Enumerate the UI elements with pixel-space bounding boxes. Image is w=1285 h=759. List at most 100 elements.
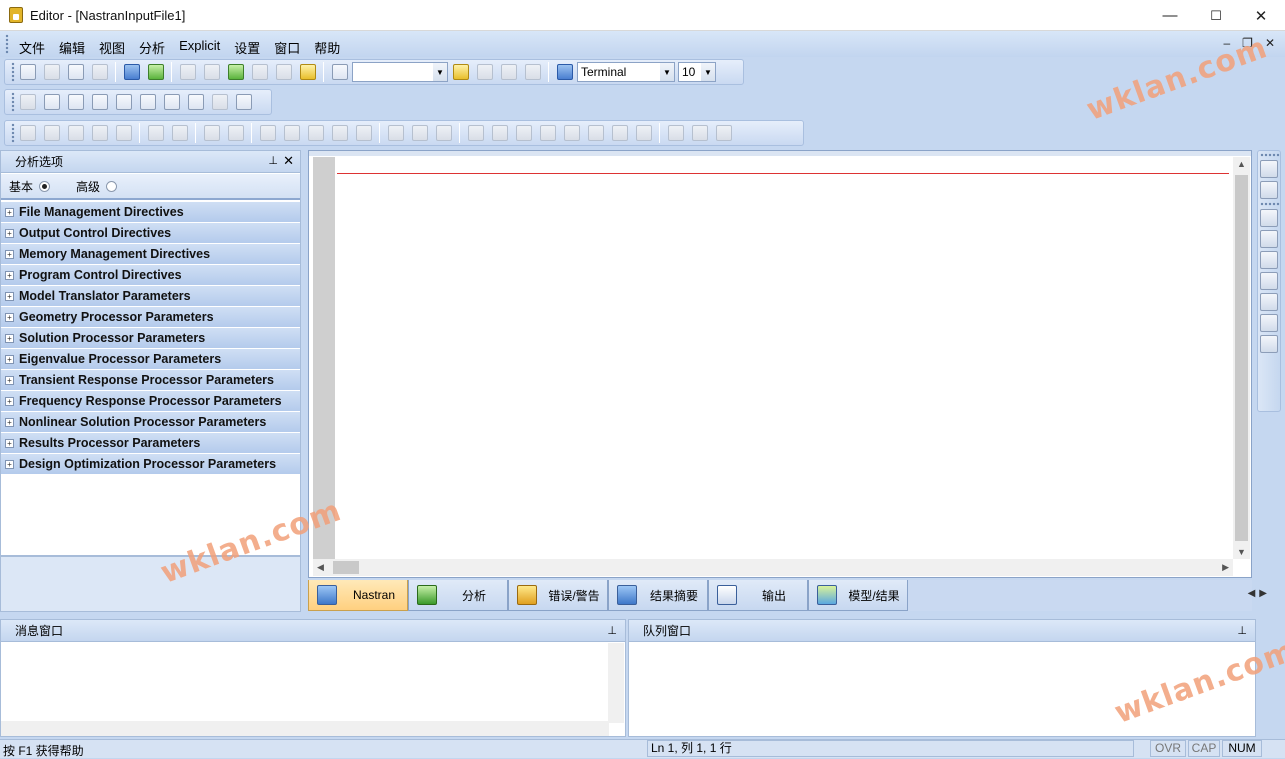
zoom-fit-icon[interactable] bbox=[64, 122, 87, 144]
menu-edit[interactable]: 编辑 bbox=[52, 36, 92, 59]
bottom-view-icon[interactable] bbox=[1260, 230, 1278, 248]
expand-icon[interactable]: + bbox=[5, 291, 14, 301]
select-pointer-icon[interactable] bbox=[16, 122, 39, 144]
tree-item[interactable]: + Transient Response Processor Parameters bbox=[1, 370, 300, 391]
expand-icon[interactable]: + bbox=[5, 249, 14, 259]
tree-item[interactable]: + Design Optimization Processor Parameter… bbox=[1, 454, 300, 475]
menu-settings[interactable]: 设置 bbox=[227, 36, 267, 59]
expand-icon[interactable]: + bbox=[5, 228, 14, 238]
ruler-icon[interactable] bbox=[432, 122, 455, 144]
top-view-icon[interactable] bbox=[1260, 209, 1278, 227]
close-button[interactable]: ✕ bbox=[1238, 0, 1284, 31]
redo-icon[interactable] bbox=[272, 61, 295, 83]
constraint-icon[interactable] bbox=[352, 122, 375, 144]
scroll-left-icon[interactable]: ◀ bbox=[317, 562, 324, 573]
tree-item[interactable]: + Geometry Processor Parameters bbox=[1, 307, 300, 328]
epsilon-icon[interactable] bbox=[64, 91, 87, 113]
rotate-icon[interactable] bbox=[88, 122, 111, 144]
right-view-icon[interactable] bbox=[1260, 272, 1278, 290]
find-combo[interactable]: ▼ bbox=[352, 62, 448, 82]
copy-doc-icon[interactable] bbox=[88, 61, 111, 83]
pin-icon[interactable]: ⊥ bbox=[268, 154, 278, 167]
chevron-down-icon[interactable]: ▼ bbox=[433, 63, 447, 81]
arrow-right-icon[interactable] bbox=[536, 122, 559, 144]
vertical-scrollbar[interactable]: ▲ ▼ bbox=[1233, 157, 1250, 559]
expand-icon[interactable]: + bbox=[5, 270, 14, 280]
tag-icon[interactable] bbox=[64, 61, 87, 83]
tree-item[interactable]: + Eigenvalue Processor Parameters bbox=[1, 349, 300, 370]
pin-icon[interactable]: ⊥ bbox=[607, 624, 617, 637]
font-size-combo[interactable]: 10 ▼ bbox=[678, 62, 716, 82]
settings-icon[interactable] bbox=[232, 91, 255, 113]
find-in-doc-icon[interactable] bbox=[328, 61, 351, 83]
menu-analysis[interactable]: 分析 bbox=[132, 36, 172, 59]
tree-item[interactable]: + Model Translator Parameters bbox=[1, 286, 300, 307]
message-vertical-scrollbar[interactable] bbox=[608, 643, 624, 723]
tab-results-summary[interactable]: 结果摘要 bbox=[608, 580, 708, 611]
arrow-left-icon[interactable] bbox=[512, 122, 535, 144]
back-view-icon[interactable] bbox=[1260, 293, 1278, 311]
chevron-down-icon[interactable]: ▼ bbox=[701, 63, 715, 81]
layer-up-icon[interactable] bbox=[560, 122, 583, 144]
expand-icon[interactable]: + bbox=[5, 207, 14, 217]
prev-bookmark-icon[interactable] bbox=[497, 61, 520, 83]
tree-item[interactable]: + Nonlinear Solution Processor Parameters bbox=[1, 412, 300, 433]
next-bookmark-icon[interactable] bbox=[473, 61, 496, 83]
tab-nastran[interactable]: Nastran bbox=[308, 580, 408, 611]
pin-icon[interactable]: ⊥ bbox=[1237, 624, 1247, 637]
expand-icon[interactable]: + bbox=[5, 333, 14, 343]
tree-item[interactable]: + Memory Management Directives bbox=[1, 244, 300, 265]
scroll-down-icon[interactable]: ▼ bbox=[1237, 547, 1246, 557]
maximize-button[interactable]: ☐ bbox=[1193, 0, 1239, 31]
mesh-solid-icon[interactable] bbox=[280, 122, 303, 144]
mass-icon[interactable] bbox=[160, 91, 183, 113]
tree-item[interactable]: + Results Processor Parameters bbox=[1, 433, 300, 454]
mode-advanced-radio[interactable] bbox=[106, 180, 118, 192]
mesh-icon[interactable] bbox=[256, 122, 279, 144]
menu-help[interactable]: 帮助 bbox=[307, 36, 347, 59]
tab-model-results[interactable]: 模型/结果 bbox=[808, 580, 908, 611]
pan-icon[interactable] bbox=[112, 122, 135, 144]
horizontal-scrollbar[interactable]: ◀ ▶ bbox=[313, 559, 1233, 576]
tree-item[interactable]: + Program Control Directives bbox=[1, 265, 300, 286]
paste-icon[interactable] bbox=[224, 61, 247, 83]
solid-icon[interactable] bbox=[200, 122, 223, 144]
panel-close-button[interactable]: ✕ bbox=[283, 153, 294, 169]
axis-icon[interactable] bbox=[384, 122, 407, 144]
font-name-combo[interactable]: Terminal ▼ bbox=[577, 62, 675, 82]
frame-view-icon[interactable] bbox=[168, 122, 191, 144]
expand-icon[interactable]: + bbox=[5, 375, 14, 385]
image-icon[interactable] bbox=[664, 122, 687, 144]
mode-basic-radio[interactable] bbox=[39, 180, 51, 192]
menu-explicit[interactable]: Explicit bbox=[172, 36, 227, 59]
text-editor[interactable]: ▲ ▼ ◀ ▶ bbox=[308, 150, 1252, 578]
iso-view-icon[interactable] bbox=[1260, 160, 1278, 178]
front-view-icon[interactable] bbox=[1260, 181, 1278, 199]
plot-icon[interactable] bbox=[40, 91, 63, 113]
clear-bookmarks-icon[interactable] bbox=[521, 61, 544, 83]
expand-icon[interactable]: + bbox=[5, 438, 14, 448]
menu-window[interactable]: 窗口 bbox=[267, 36, 307, 59]
expand-icon[interactable]: + bbox=[5, 459, 14, 469]
split-view-icon[interactable] bbox=[553, 61, 576, 83]
tab-output[interactable]: 输出 bbox=[708, 580, 808, 611]
matrix-icon[interactable] bbox=[136, 91, 159, 113]
scroll-up-icon[interactable]: ▲ bbox=[1237, 159, 1246, 169]
zoom-icon[interactable] bbox=[40, 122, 63, 144]
copy-icon[interactable] bbox=[200, 61, 223, 83]
fill-icon[interactable] bbox=[712, 122, 735, 144]
message-horizontal-scrollbar[interactable] bbox=[1, 721, 609, 736]
probe-icon[interactable] bbox=[488, 122, 511, 144]
tree-item[interactable]: + Frequency Response Processor Parameters bbox=[1, 391, 300, 412]
tab-analysis[interactable]: 分析 bbox=[408, 580, 508, 611]
menu-file[interactable]: 文件 bbox=[12, 36, 52, 59]
node-icon[interactable] bbox=[304, 122, 327, 144]
expand-icon[interactable]: + bbox=[5, 417, 14, 427]
scroll-right-icon[interactable]: ▶ bbox=[1222, 562, 1229, 573]
refresh-icon[interactable] bbox=[40, 61, 63, 83]
print-preview-icon[interactable] bbox=[144, 61, 167, 83]
cut-icon[interactable] bbox=[176, 61, 199, 83]
fit-view-icon[interactable] bbox=[144, 122, 167, 144]
minimize-button[interactable]: — bbox=[1147, 0, 1193, 31]
tool-icon[interactable] bbox=[632, 122, 655, 144]
